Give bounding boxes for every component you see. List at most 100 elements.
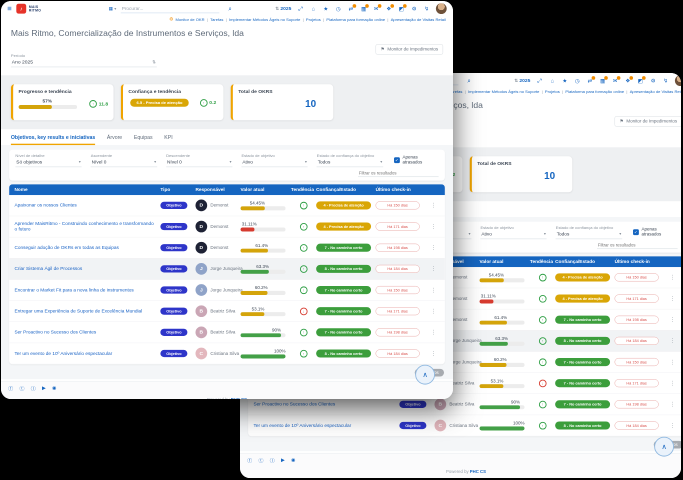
row-menu-button[interactable]: ⋮ xyxy=(428,329,440,336)
breadcrumb-link[interactable]: Plataforma para formação online xyxy=(326,17,385,22)
tools-icon[interactable]: ⚙ xyxy=(650,77,657,84)
facebook-icon[interactable]: ⓕ xyxy=(8,385,13,392)
only-late-filter[interactable]: ✓Apenas atrasados xyxy=(633,227,678,239)
breadcrumb-link[interactable]: Apresentação de Visitas Retail xyxy=(630,89,681,94)
app-logo[interactable]: ♪ MAIS RITMO xyxy=(16,4,41,14)
chat-icon[interactable]: ❖ xyxy=(624,77,631,84)
home-icon[interactable]: ⌂ xyxy=(310,5,317,12)
breadcrumb-link[interactable]: Projetos xyxy=(545,89,560,94)
impediments-button[interactable]: ⚑ Monitor de Impedimentos xyxy=(615,116,681,126)
filter-select[interactable]: Só objetivos▾ xyxy=(15,158,81,167)
only-late-filter[interactable]: ✓Apenas atrasados xyxy=(394,155,439,167)
tab-arvore[interactable]: Árvore xyxy=(107,135,122,145)
filter-select[interactable]: Todos▾ xyxy=(556,230,622,239)
objective-link[interactable]: Encontrar o Market Fit para a nova linha… xyxy=(15,287,161,292)
calendar-icon[interactable]: ▦ xyxy=(599,77,606,84)
breadcrumb-link[interactable]: Projetos xyxy=(306,17,321,22)
favorites-icon[interactable]: ★ xyxy=(322,5,329,12)
scroll-top-button[interactable]: ∧ xyxy=(654,437,674,457)
youtube-icon[interactable]: ▶ xyxy=(281,457,285,464)
youtube-icon[interactable]: ▶ xyxy=(42,385,46,392)
quick-actions-icon[interactable]: ↯ xyxy=(423,5,430,12)
row-menu-button[interactable]: ⋮ xyxy=(667,380,679,387)
home-icon[interactable]: ⌂ xyxy=(549,77,556,84)
row-menu-button[interactable]: ⋮ xyxy=(428,223,440,230)
row-menu-button[interactable]: ⋮ xyxy=(428,244,440,251)
sync-icon[interactable]: ⇄ xyxy=(587,77,594,84)
menu-icon[interactable]: ≡ xyxy=(7,4,11,13)
twitter-icon[interactable]: ⓣ xyxy=(19,385,24,392)
filter-select[interactable]: Ativo▾ xyxy=(480,230,546,239)
row-menu-button[interactable]: ⋮ xyxy=(428,286,440,293)
results-filter-input[interactable] xyxy=(358,170,439,177)
row-menu-button[interactable]: ⋮ xyxy=(667,316,679,323)
tab-kpi[interactable]: KPI xyxy=(164,135,172,145)
objective-link[interactable]: Conseguir adoção de OKRs em todas as Equ… xyxy=(15,245,161,250)
row-menu-button[interactable]: ⋮ xyxy=(667,295,679,302)
row-menu-button[interactable]: ⋮ xyxy=(428,202,440,209)
year-selector[interactable]: ⇅ 2025 xyxy=(275,6,291,11)
breadcrumb-link[interactable]: Plataforma para formação online xyxy=(565,89,624,94)
filter-select[interactable]: Ativo▾ xyxy=(241,158,307,167)
chat-icon[interactable]: ❖ xyxy=(385,5,392,12)
objective-link[interactable]: Ser Proactivo no Sucesso dos Clientes xyxy=(15,330,161,335)
row-menu-button[interactable]: ⋮ xyxy=(428,308,440,315)
objective-link[interactable]: Ter um evento de 10º Aniversário especta… xyxy=(15,351,161,356)
instagram-icon[interactable]: ◉ xyxy=(52,385,56,392)
objective-link[interactable]: Ter um evento de 10º Aniversário especta… xyxy=(254,423,400,428)
scroll-top-button[interactable]: ∧ xyxy=(415,365,435,385)
facebook-icon[interactable]: ⓕ xyxy=(247,457,252,464)
period-select[interactable]: Ano 2025 ⇅ xyxy=(11,58,157,67)
row-menu-button[interactable]: ⋮ xyxy=(667,422,679,429)
filter-select[interactable]: Nível 0▾ xyxy=(91,158,157,167)
row-menu-button[interactable]: ⋮ xyxy=(428,350,440,357)
search-icon[interactable]: ⌕ xyxy=(467,77,470,84)
tab-equipas[interactable]: Equipas xyxy=(134,135,153,145)
comments-icon[interactable]: ◩ xyxy=(637,77,644,84)
twitter-icon[interactable]: ⓣ xyxy=(258,457,263,464)
row-menu-button[interactable]: ⋮ xyxy=(667,274,679,281)
linkedin-icon[interactable]: ⓛ xyxy=(270,457,275,464)
mail-icon[interactable]: ✉ xyxy=(612,77,619,84)
objective-link[interactable]: Ser Proactivo no Sucesso dos Clientes xyxy=(254,402,400,407)
fullscreen-icon[interactable]: ⤢ xyxy=(536,77,543,84)
row-menu-button[interactable]: ⋮ xyxy=(667,337,679,344)
mail-icon[interactable]: ✉ xyxy=(373,5,380,12)
phc-cs-link[interactable]: PHC CS xyxy=(231,398,247,399)
sync-icon[interactable]: ⇄ xyxy=(348,5,355,12)
filter-select[interactable]: Nível 0▾ xyxy=(166,158,232,167)
instagram-icon[interactable]: ◉ xyxy=(291,457,295,464)
calendar-icon[interactable]: ▦ xyxy=(360,5,367,12)
search-icon[interactable]: ⌕ xyxy=(228,5,231,12)
breadcrumb-link[interactable]: Tarefas xyxy=(210,17,223,22)
favorites-icon[interactable]: ★ xyxy=(561,77,568,84)
history-icon[interactable]: ◷ xyxy=(574,77,581,84)
phc-cs-link[interactable]: PHC CS xyxy=(470,470,486,475)
objective-link[interactable]: Apaixonar os nossos Clientes xyxy=(15,203,161,208)
user-avatar[interactable] xyxy=(436,3,447,14)
row-menu-button[interactable]: ⋮ xyxy=(667,358,679,365)
objective-link[interactable]: Criar Sistema Ágil de Processos xyxy=(15,266,161,271)
breadcrumb-link[interactable]: Implementar Métodos Ágeis no Suporte xyxy=(229,17,300,22)
module-picker[interactable]: ▦ ▾ xyxy=(109,6,117,11)
linkedin-icon[interactable]: ⓛ xyxy=(31,385,36,392)
results-filter-input[interactable] xyxy=(597,242,678,249)
breadcrumb-link[interactable]: Monitor de OKR xyxy=(176,17,205,22)
filter-select[interactable]: Todos▾ xyxy=(317,158,383,167)
row-menu-button[interactable]: ⋮ xyxy=(667,401,679,408)
fullscreen-icon[interactable]: ⤢ xyxy=(297,5,304,12)
year-selector[interactable]: ⇅ 2025 xyxy=(514,78,530,83)
comments-icon[interactable]: ◩ xyxy=(398,5,405,12)
impediments-button[interactable]: ⚑ Monitor de Impedimentos xyxy=(376,44,443,54)
tab-objetivos-key-results-e-iniciativas[interactable]: Objetivos, key results e iniciativas xyxy=(11,135,95,145)
breadcrumb-link[interactable]: Implementar Métodos Ágeis no Suporte xyxy=(468,89,539,94)
objective-link[interactable]: Entregar uma Experiência de Suporte de E… xyxy=(15,308,161,313)
search-input[interactable] xyxy=(121,4,220,13)
row-menu-button[interactable]: ⋮ xyxy=(428,265,440,272)
user-avatar[interactable] xyxy=(675,75,681,86)
quick-actions-icon[interactable]: ↯ xyxy=(662,77,669,84)
history-icon[interactable]: ◷ xyxy=(335,5,342,12)
tools-icon[interactable]: ⚙ xyxy=(411,5,418,12)
breadcrumb-link[interactable]: Apresentação de Visitas Retail xyxy=(391,17,446,22)
objective-link[interactable]: Aprender MaisRitmo - Construindo conheci… xyxy=(15,221,161,232)
